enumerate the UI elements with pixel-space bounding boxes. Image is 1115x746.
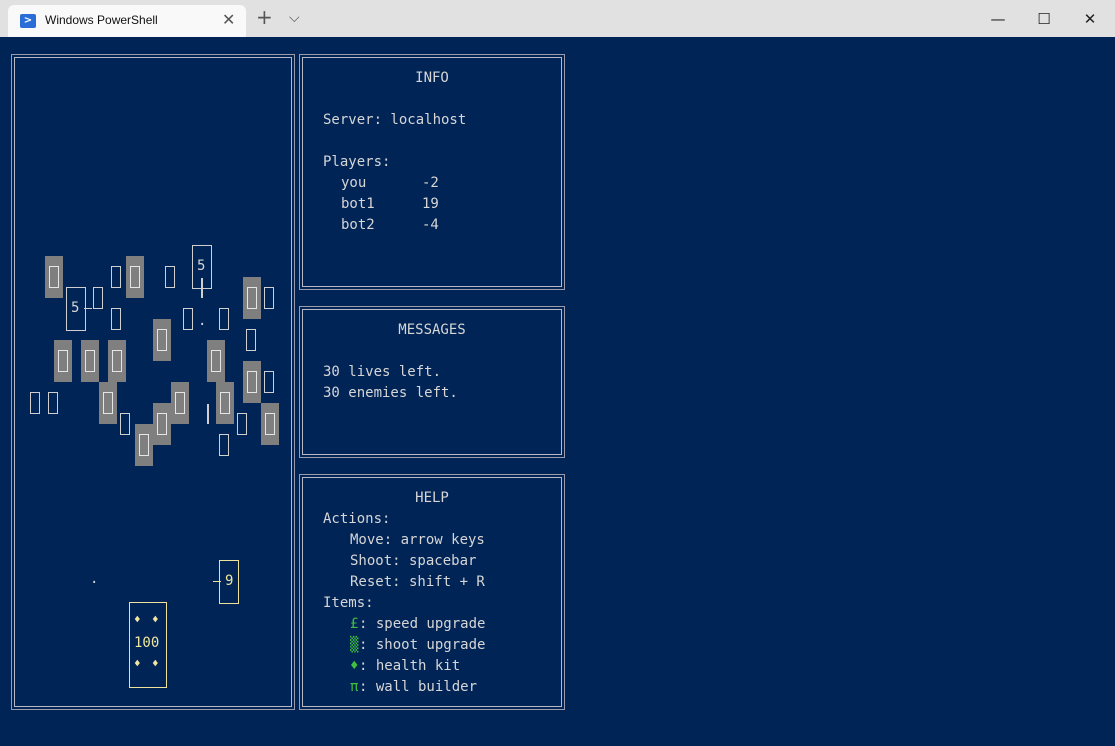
server-label: Server: localhost [323,112,467,128]
items-label: Items: [323,595,374,611]
wall-block [99,382,117,424]
wall-block [243,277,261,319]
tank-barrel [207,404,209,424]
wall-block [261,403,279,445]
wall-block [126,256,144,298]
enemy-tank [111,308,121,330]
wall-block [153,319,171,361]
bullet: . [198,313,207,329]
wall-block [81,340,99,382]
player-name: bot2 [341,217,375,233]
tab-powershell[interactable]: > Windows PowerShell ✕ [8,5,246,37]
actions-label: Actions: [323,511,391,527]
player-score: 19 [422,196,439,212]
wall-block [108,340,126,382]
enemy-tank [219,308,229,330]
game-field: 5 5 . . 9 ♦ ♦ 100 ♦ ♦ [14,57,292,707]
maximize-button[interactable]: ☐ [1021,5,1067,33]
tank-label: 5 [197,258,206,274]
info-panel: INFO Server: localhost Players: you -2 b… [302,57,562,287]
tab-title: Windows PowerShell [45,13,158,27]
shoot-upgrade-icon: ▒ [350,637,359,653]
new-tab-button[interactable]: + [256,7,273,27]
labeled-tank: 5 [66,287,86,331]
close-tab-icon[interactable]: ✕ [222,10,235,29]
help-panel: HELP Actions: Move: arrow keys Shoot: sp… [302,477,562,707]
bullet: . [90,571,99,587]
player-score: -2 [422,175,439,191]
wall-block [216,382,234,424]
player-marker: ♦ [134,657,141,670]
powershell-icon: > [20,14,36,28]
messages-panel: MESSAGES 30 lives left. 30 enemies left. [302,309,562,455]
tank-barrel [213,581,221,582]
title-bar: > Windows PowerShell ✕ + ⌵ — ☐ ✕ [0,0,1115,37]
player-marker: ♦ [152,657,159,670]
wall-block [135,424,153,466]
item-speed-label: : speed upgrade [359,616,486,632]
wall-block [243,361,261,403]
players-label: Players: [323,154,391,170]
wall-block [171,382,189,424]
enemy-tank [30,392,40,414]
item-shoot-label: : shoot upgrade [359,637,486,653]
enemy-tank-health: 9 [219,560,239,604]
wall-block [54,340,72,382]
player-health-value: 100 [134,635,160,651]
messages-title: MESSAGES [398,322,466,338]
minimize-button[interactable]: — [975,5,1021,33]
enemy-tank [219,434,229,456]
action-shoot: Shoot: spacebar [350,553,477,569]
message-line: 30 lives left. [323,364,442,380]
close-window-button[interactable]: ✕ [1067,5,1113,33]
item-health-label: : health kit [359,658,461,674]
enemy-tank [237,413,247,435]
player-name: you [341,175,367,191]
action-move: Move: arrow keys [350,532,485,548]
tank-barrel [84,308,92,309]
help-title: HELP [415,490,449,506]
enemy-tank [246,329,256,351]
wall-builder-icon: π [350,679,359,695]
enemy-tank [264,287,274,309]
enemy-tank [183,308,193,330]
chevron-down-icon[interactable]: ⌵ [289,10,300,26]
enemy-tank [111,266,121,288]
item-wall-label: : wall builder [359,679,478,695]
player-score: -4 [422,217,439,233]
player-tank: ♦ ♦ 100 ♦ ♦ [129,602,167,688]
speed-upgrade-icon: £ [350,616,359,632]
wall-block [153,403,171,445]
enemy-tank [48,392,58,414]
info-title: INFO [415,70,449,86]
tank-barrel [201,278,203,298]
player-marker: ♦ [134,613,141,626]
action-reset: Reset: shift + R [350,574,485,590]
enemy-tank [120,413,130,435]
enemy-health-value: 9 [225,573,234,589]
player-name: bot1 [341,196,375,212]
wall-block [207,340,225,382]
enemy-tank [264,371,274,393]
player-marker: ♦ [152,613,159,626]
tank-label: 5 [71,300,80,316]
enemy-tank [93,287,103,309]
terminal-area[interactable]: 5 5 . . 9 ♦ ♦ 100 ♦ ♦ INFO Server: local… [0,37,1115,746]
enemy-tank [165,266,175,288]
message-line: 30 enemies left. [323,385,458,401]
health-kit-icon: ♦ [350,658,359,674]
wall-block [45,256,63,298]
